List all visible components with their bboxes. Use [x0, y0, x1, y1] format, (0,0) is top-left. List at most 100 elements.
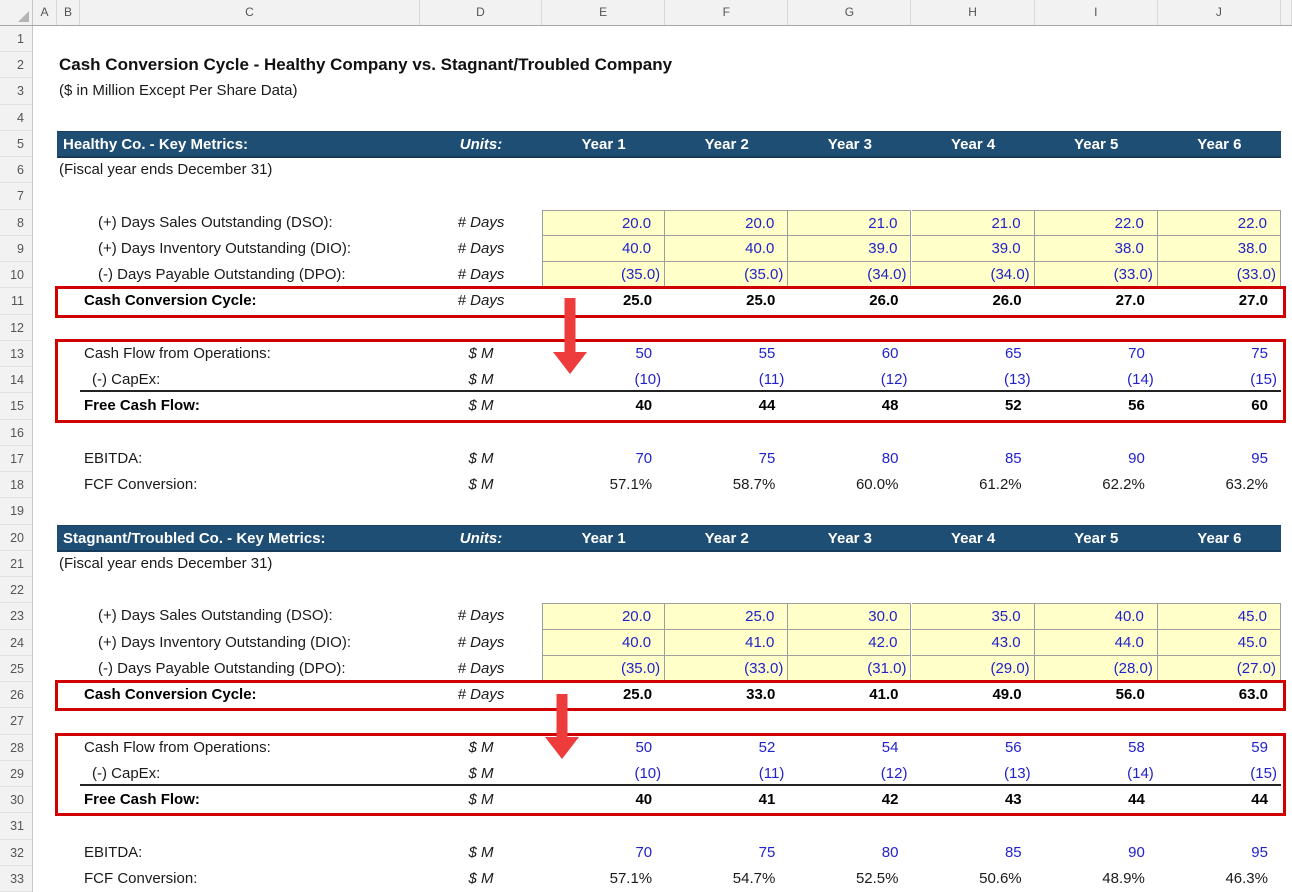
metric-label-cell[interactable]: EBITDA: [84, 446, 142, 472]
metric-value-cell[interactable]: 44 [1158, 787, 1281, 813]
metric-value-cell[interactable]: 54.7% [665, 866, 788, 892]
metric-value-cell[interactable]: 48 [788, 393, 911, 419]
metric-value-cell[interactable]: 62.2% [1035, 472, 1158, 498]
metric-value-cell[interactable]: 39.0 [912, 236, 1035, 262]
column-header-G[interactable]: G [788, 0, 911, 25]
column-header-I[interactable]: I [1035, 0, 1158, 25]
metric-value-cell[interactable]: (31.0) [788, 656, 911, 682]
row-header-7[interactable]: 7 [0, 183, 32, 209]
metric-value-cell[interactable]: 25.0 [542, 288, 665, 314]
metric-value-cell[interactable]: 65 [912, 341, 1035, 367]
metric-value-cell[interactable]: 95 [1158, 446, 1281, 472]
metric-value-cell[interactable]: 40.0 [542, 236, 665, 262]
metric-value-cell[interactable]: 63.2% [1158, 472, 1281, 498]
metric-value-cell[interactable]: 50 [542, 735, 665, 761]
metric-value-cell[interactable]: 95 [1158, 840, 1281, 866]
metric-value-cell[interactable]: 25.0 [665, 603, 788, 629]
metric-value-cell[interactable]: (33.0) [1158, 262, 1281, 288]
metric-value-cell[interactable]: 20.0 [665, 210, 788, 236]
metric-value-cell[interactable]: 70 [542, 840, 665, 866]
metric-label-cell[interactable]: (+) Days Sales Outstanding (DSO): [98, 603, 333, 629]
metric-value-cell[interactable]: (33.0) [665, 656, 788, 682]
metric-value-cell[interactable]: 75 [665, 446, 788, 472]
metric-value-cell[interactable]: 52.5% [788, 866, 911, 892]
metric-label-cell[interactable]: EBITDA: [84, 840, 142, 866]
metric-value-cell[interactable]: 58.7% [665, 472, 788, 498]
metric-units-cell[interactable]: $ M [420, 446, 542, 472]
row-header-17[interactable]: 17 [0, 446, 32, 472]
doc-title-cell[interactable]: Cash Conversion Cycle - Healthy Company … [59, 52, 672, 78]
metric-value-cell[interactable]: 60 [788, 341, 911, 367]
metric-label-cell[interactable]: (+) Days Inventory Outstanding (DIO): [98, 630, 351, 656]
metric-value-cell[interactable]: 56.0 [1035, 682, 1158, 708]
metric-value-cell[interactable]: (35.0) [542, 262, 665, 288]
column-header-A[interactable]: A [33, 0, 57, 25]
metric-value-cell[interactable]: 50 [542, 341, 665, 367]
row-header-4[interactable]: 4 [0, 105, 32, 131]
metric-value-cell[interactable]: 59 [1158, 735, 1281, 761]
metric-value-cell[interactable]: 55 [665, 341, 788, 367]
metric-value-cell[interactable]: 33.0 [665, 682, 788, 708]
metric-units-cell[interactable]: # Days [420, 262, 542, 288]
row-header-11[interactable]: 11 [0, 288, 32, 314]
row-header-30[interactable]: 30 [0, 787, 32, 813]
metric-value-cell[interactable]: (35.0) [542, 656, 665, 682]
metric-label-cell[interactable]: FCF Conversion: [84, 472, 197, 498]
metric-units-cell[interactable]: $ M [420, 472, 542, 498]
metric-value-cell[interactable]: 21.0 [912, 210, 1035, 236]
row-header-26[interactable]: 26 [0, 682, 32, 708]
metric-label-cell[interactable]: (-) Days Payable Outstanding (DPO): [98, 656, 346, 682]
metric-value-cell[interactable]: 49.0 [912, 682, 1035, 708]
metric-value-cell[interactable]: 40 [542, 393, 665, 419]
metric-value-cell[interactable]: 41.0 [788, 682, 911, 708]
row-header-15[interactable]: 15 [0, 393, 32, 419]
metric-value-cell[interactable]: 26.0 [912, 288, 1035, 314]
metric-value-cell[interactable]: 25.0 [665, 288, 788, 314]
column-header-B[interactable]: B [57, 0, 80, 25]
metric-value-cell[interactable]: 85 [912, 840, 1035, 866]
row-header-32[interactable]: 32 [0, 840, 32, 866]
metric-value-cell[interactable]: 35.0 [912, 603, 1035, 629]
row-header-9[interactable]: 9 [0, 236, 32, 262]
metric-units-cell[interactable]: $ M [420, 866, 542, 892]
metric-value-cell[interactable]: (27.0) [1158, 656, 1281, 682]
metric-value-cell[interactable]: 60.0% [788, 472, 911, 498]
section-header-bar-2[interactable]: Stagnant/Troubled Co. - Key Metrics:Unit… [57, 525, 1281, 552]
metric-value-cell[interactable]: 60 [1158, 393, 1281, 419]
metric-value-cell[interactable]: 20.0 [542, 603, 665, 629]
metric-value-cell[interactable]: 38.0 [1158, 236, 1281, 262]
metric-value-cell[interactable]: 70 [542, 446, 665, 472]
metric-units-cell[interactable]: # Days [420, 682, 542, 708]
metric-value-cell[interactable]: 70 [1035, 341, 1158, 367]
row-header-28[interactable]: 28 [0, 735, 32, 761]
column-header-J[interactable]: J [1158, 0, 1281, 25]
metric-units-cell[interactable]: $ M [420, 735, 542, 761]
row-header-14[interactable]: 14 [0, 367, 32, 393]
metric-units-cell[interactable]: # Days [420, 603, 542, 629]
metric-value-cell[interactable]: 25.0 [542, 682, 665, 708]
metric-value-cell[interactable]: 57.1% [542, 866, 665, 892]
metric-units-cell[interactable]: # Days [420, 236, 542, 262]
metric-value-cell[interactable]: 56 [1035, 393, 1158, 419]
metric-value-cell[interactable]: 42.0 [788, 630, 911, 656]
metric-value-cell[interactable]: (34.0) [788, 262, 911, 288]
metric-units-cell[interactable]: # Days [420, 288, 542, 314]
metric-label-cell[interactable]: Cash Flow from Operations: [84, 735, 271, 761]
metric-units-cell[interactable]: # Days [420, 210, 542, 236]
row-header-22[interactable]: 22 [0, 577, 32, 603]
column-header-E[interactable]: E [542, 0, 665, 25]
metric-value-cell[interactable]: 38.0 [1035, 236, 1158, 262]
row-header-1[interactable]: 1 [0, 26, 32, 52]
row-header-24[interactable]: 24 [0, 630, 32, 656]
row-header-33[interactable]: 33 [0, 866, 32, 892]
select-all-corner[interactable] [0, 0, 33, 25]
metric-value-cell[interactable]: 21.0 [788, 210, 911, 236]
metric-units-cell[interactable]: $ M [420, 341, 542, 367]
row-header-29[interactable]: 29 [0, 761, 32, 787]
row-header-21[interactable]: 21 [0, 551, 32, 577]
metric-value-cell[interactable]: 27.0 [1035, 288, 1158, 314]
metric-value-cell[interactable]: 43 [912, 787, 1035, 813]
row-header-19[interactable]: 19 [0, 498, 32, 524]
metric-value-cell[interactable]: 52 [665, 735, 788, 761]
metric-value-cell[interactable]: 46.3% [1158, 866, 1281, 892]
